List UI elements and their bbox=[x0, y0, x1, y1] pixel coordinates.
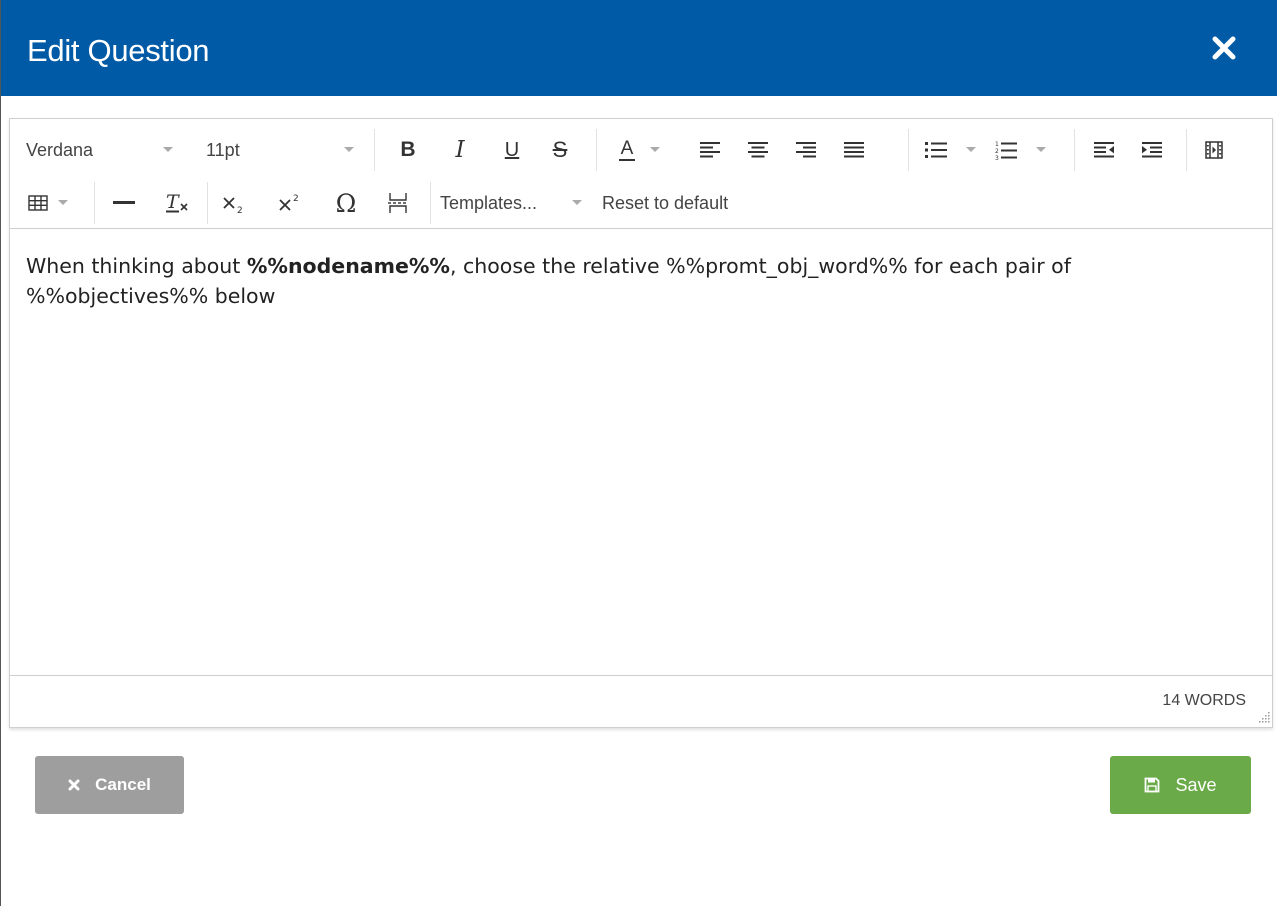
templates-chevron-down-icon bbox=[572, 200, 582, 205]
font-size-select[interactable]: 11pt bbox=[206, 127, 366, 173]
superscript-icon: 2 bbox=[279, 194, 299, 211]
dialog-header: Edit Question bbox=[1, 0, 1277, 96]
svg-text:2: 2 bbox=[293, 194, 299, 204]
toolbar-divider bbox=[374, 129, 375, 171]
align-justify-icon bbox=[844, 142, 864, 158]
font-size-chevron-down-icon bbox=[344, 147, 354, 152]
toolbar-divider bbox=[1186, 129, 1187, 171]
horizontal-line-icon bbox=[113, 201, 135, 204]
underline-icon: U bbox=[504, 138, 520, 161]
toolbar-row-1: Verdana 11pt B I U S A 1 2 3 bbox=[10, 127, 1272, 173]
resize-handle-icon[interactable] bbox=[1256, 710, 1270, 724]
align-left-button[interactable] bbox=[692, 127, 728, 173]
page-break-icon bbox=[388, 193, 407, 213]
templates-select[interactable]: Templates... bbox=[440, 180, 580, 226]
svg-text:T: T bbox=[166, 192, 180, 213]
editor-statusbar: 14 WORDS bbox=[10, 675, 1272, 727]
clear-formatting-button[interactable]: T bbox=[160, 180, 196, 226]
toolbar-divider bbox=[908, 129, 909, 171]
editor-toolbar: Verdana 11pt B I U S A 1 2 3 T 2 2 Ω Tem… bbox=[10, 119, 1272, 229]
table-chevron-down-icon bbox=[58, 200, 68, 205]
numbered-list-icon: 123 bbox=[995, 141, 1017, 160]
bullet-list-button[interactable] bbox=[918, 127, 954, 173]
underline-button[interactable]: U bbox=[494, 127, 530, 173]
numbered-list-chevron-down-icon bbox=[1036, 147, 1046, 152]
close-icon bbox=[1212, 36, 1236, 60]
reset-to-default-button[interactable]: Reset to default bbox=[602, 180, 772, 226]
text-color-chevron-down-icon bbox=[650, 147, 660, 152]
align-right-button[interactable] bbox=[788, 127, 824, 173]
toolbar-divider bbox=[1074, 129, 1075, 171]
dialog-title: Edit Question bbox=[27, 33, 210, 68]
horizontal-line-button[interactable] bbox=[106, 180, 142, 226]
numbered-list-button[interactable]: 123 bbox=[988, 127, 1024, 173]
font-size-value: 11pt bbox=[206, 139, 240, 160]
text-color-button[interactable]: A bbox=[610, 127, 644, 173]
italic-button[interactable]: I bbox=[442, 127, 478, 173]
toolbar-divider bbox=[207, 182, 208, 224]
strikethrough-button[interactable]: S bbox=[542, 127, 578, 173]
toolbar-divider bbox=[94, 182, 95, 224]
subscript-button[interactable]: 2 bbox=[216, 180, 252, 226]
table-button[interactable] bbox=[24, 180, 52, 226]
indent-button[interactable] bbox=[1134, 127, 1170, 173]
italic-icon: I bbox=[455, 137, 465, 163]
svg-text:1: 1 bbox=[995, 141, 999, 148]
question-text-bold: %%nodename%% bbox=[246, 254, 450, 278]
question-text-start: When thinking about bbox=[26, 254, 247, 278]
align-center-button[interactable] bbox=[740, 127, 776, 173]
outdent-button[interactable] bbox=[1086, 127, 1122, 173]
align-right-icon bbox=[796, 142, 816, 158]
toolbar-divider bbox=[596, 129, 597, 171]
svg-text:3: 3 bbox=[995, 155, 999, 160]
close-icon bbox=[68, 779, 80, 791]
reset-to-default-label: Reset to default bbox=[602, 192, 729, 213]
align-justify-button[interactable] bbox=[836, 127, 872, 173]
bullet-list-icon bbox=[925, 142, 947, 158]
save-button[interactable]: Save bbox=[1110, 756, 1251, 814]
indent-icon bbox=[1142, 142, 1162, 158]
bullet-list-chevron-down-icon bbox=[966, 147, 976, 152]
cancel-button[interactable]: Cancel bbox=[35, 756, 184, 814]
special-character-button[interactable]: Ω bbox=[328, 180, 364, 226]
font-family-chevron-down-icon bbox=[163, 147, 173, 152]
strikethrough-icon: S bbox=[552, 137, 568, 162]
editor-content[interactable]: When thinking about %%nodename%%, choose… bbox=[26, 251, 1256, 311]
bold-icon: B bbox=[400, 138, 416, 161]
font-family-value: Verdana bbox=[26, 139, 94, 160]
omega-icon: Ω bbox=[335, 188, 357, 218]
subscript-icon: 2 bbox=[223, 197, 243, 214]
word-count: 14 WORDS bbox=[1162, 692, 1246, 709]
rich-text-editor: Verdana 11pt B I U S A 1 2 3 T 2 2 Ω Tem… bbox=[9, 118, 1273, 728]
clear-formatting-icon: T bbox=[166, 192, 188, 213]
align-center-icon bbox=[748, 142, 768, 158]
toolbar-row-2: T 2 2 Ω Templates... Reset to default bbox=[10, 180, 1272, 226]
toolbar-divider bbox=[430, 182, 431, 224]
align-left-icon bbox=[700, 142, 720, 158]
insert-media-button[interactable] bbox=[1196, 127, 1232, 173]
templates-label: Templates... bbox=[440, 192, 538, 213]
cancel-label: Cancel bbox=[95, 775, 151, 794]
text-color-icon: A bbox=[618, 138, 636, 161]
close-button[interactable] bbox=[1210, 34, 1238, 62]
superscript-button[interactable]: 2 bbox=[272, 180, 308, 226]
bold-button[interactable]: B bbox=[390, 127, 426, 173]
save-label: Save bbox=[1175, 774, 1217, 795]
outdent-icon bbox=[1094, 142, 1114, 158]
page-break-button[interactable] bbox=[380, 180, 416, 226]
table-icon bbox=[28, 195, 48, 211]
edit-question-dialog: Edit Question Verdana 11pt B I U S A 1 2… bbox=[0, 0, 1277, 906]
media-icon bbox=[1205, 141, 1223, 159]
svg-text:2: 2 bbox=[995, 148, 999, 155]
svg-text:2: 2 bbox=[237, 206, 243, 214]
floppy-disk-icon bbox=[1145, 777, 1160, 793]
